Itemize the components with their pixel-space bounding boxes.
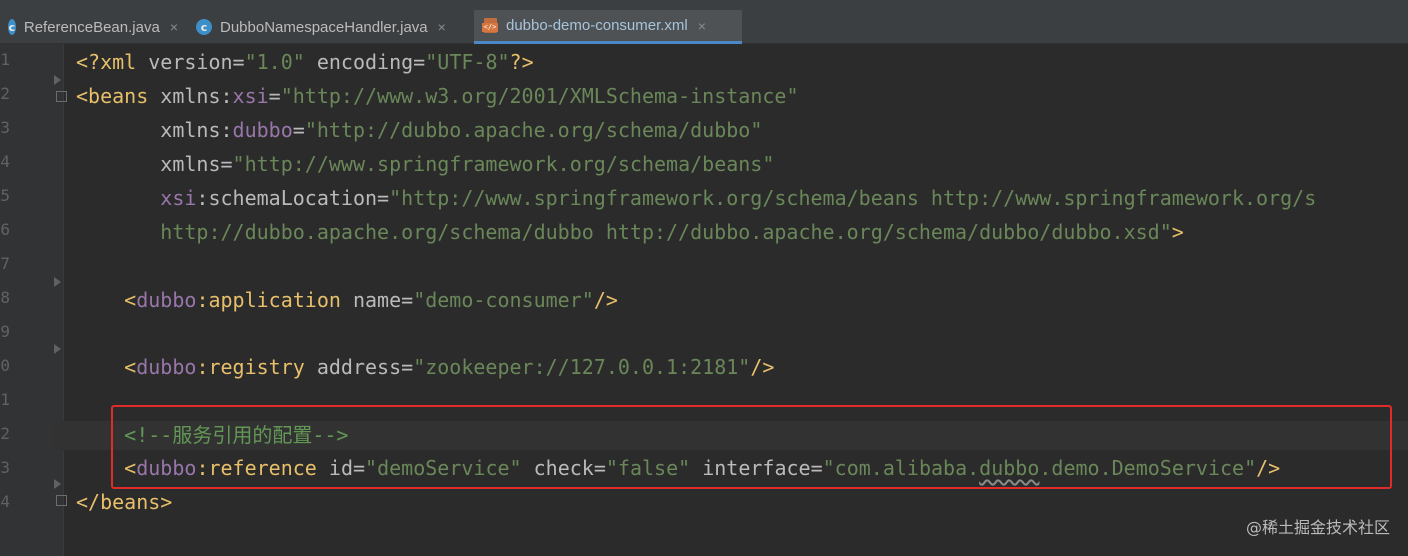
tab-reference-bean[interactable]: c ReferenceBean.java × bbox=[0, 10, 186, 44]
fold-arrow-icon[interactable] bbox=[54, 277, 61, 287]
java-class-icon: c bbox=[8, 19, 16, 35]
tab-label: dubbo-demo-consumer.xml bbox=[506, 17, 688, 34]
close-icon[interactable]: × bbox=[170, 19, 178, 35]
java-class-icon: c bbox=[196, 19, 212, 35]
line-number: 4 bbox=[0, 492, 10, 511]
code-line-1: <?xml version="1.0" encoding="UTF-8"?> bbox=[76, 50, 534, 74]
tab-label: DubboNamespaceHandler.java bbox=[220, 18, 428, 36]
line-number: 3 bbox=[0, 118, 10, 137]
line-number: 3 bbox=[0, 458, 10, 477]
line-number: 6 bbox=[0, 220, 10, 239]
line-number: 9 bbox=[0, 322, 10, 341]
fold-collapse-icon[interactable] bbox=[56, 91, 67, 102]
code-line-8: <dubbo:application name="demo-consumer"/… bbox=[124, 288, 618, 312]
tab-dubbo-demo-consumer-xml[interactable]: </> dubbo-demo-consumer.xml × bbox=[474, 10, 742, 44]
fold-arrow-icon[interactable] bbox=[54, 344, 61, 354]
close-icon[interactable]: × bbox=[438, 19, 446, 35]
line-number: 1 bbox=[0, 50, 10, 69]
fold-arrow-icon[interactable] bbox=[54, 479, 61, 489]
watermark: @稀土掘金技术社区 bbox=[1245, 518, 1390, 537]
highlight-annotation-box bbox=[111, 405, 1392, 489]
xml-file-icon: </> bbox=[482, 17, 500, 34]
tab-dubbo-namespace-handler[interactable]: c DubboNamespaceHandler.java × bbox=[188, 10, 472, 44]
line-number: 4 bbox=[0, 152, 10, 171]
code-line-3: xmlns:dubbo="http://dubbo.apache.org/sch… bbox=[160, 118, 763, 142]
line-number: 2 bbox=[0, 424, 10, 443]
line-number: 7 bbox=[0, 254, 10, 273]
line-number: 0 bbox=[0, 356, 10, 375]
code-line-4: xmlns="http://www.springframework.org/sc… bbox=[160, 152, 775, 176]
close-icon[interactable]: × bbox=[698, 18, 706, 34]
line-number: 5 bbox=[0, 186, 10, 205]
fold-collapse-icon[interactable] bbox=[56, 495, 67, 506]
code-line-14: </beans> bbox=[76, 490, 173, 514]
code-line-10: <dubbo:registry address="zookeeper://127… bbox=[124, 355, 775, 379]
editor-tab-bar: c ReferenceBean.java × c DubboNamespaceH… bbox=[0, 0, 1408, 44]
line-number: 2 bbox=[0, 84, 10, 103]
tab-label: ReferenceBean.java bbox=[23, 18, 160, 36]
fold-arrow-icon[interactable] bbox=[54, 75, 61, 85]
line-number-gutter: 1 2 3 4 5 6 7 8 9 0 1 2 3 4 bbox=[0, 44, 67, 556]
toolbar-strip bbox=[0, 0, 1408, 8]
line-number: 8 bbox=[0, 288, 10, 307]
line-number: 1 bbox=[0, 390, 10, 409]
code-line-6: http://dubbo.apache.org/schema/dubbo htt… bbox=[160, 220, 1184, 244]
code-line-5: xsi:schemaLocation="http://www.springfra… bbox=[160, 186, 1317, 210]
code-line-2: <beans xmlns:xsi="http://www.w3.org/2001… bbox=[76, 84, 799, 108]
